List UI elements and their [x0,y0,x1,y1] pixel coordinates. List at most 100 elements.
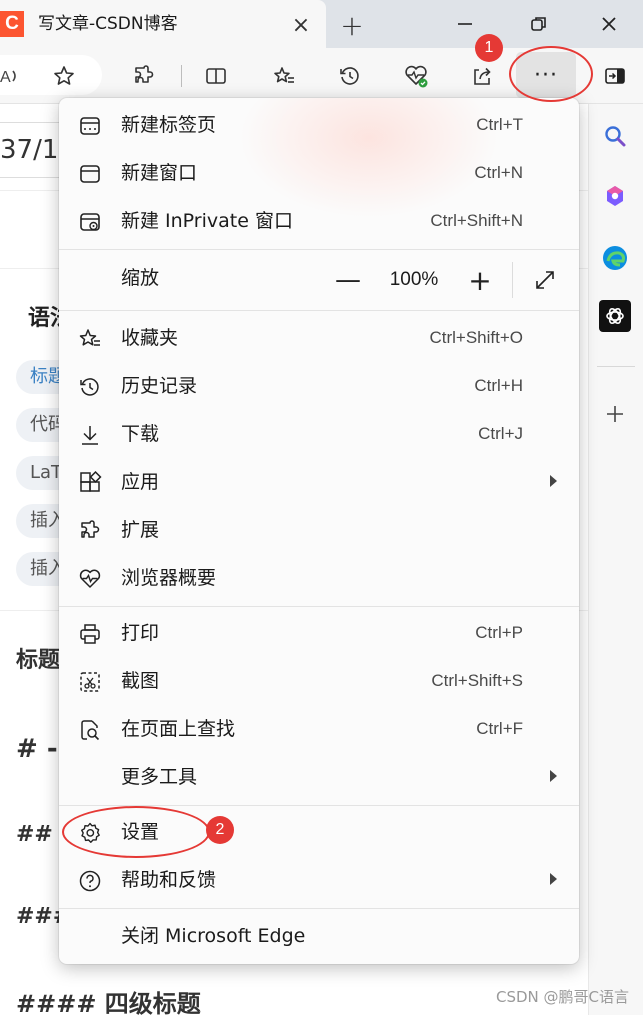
tab-close-button[interactable]: × [288,12,314,38]
menu-item-shortcut: Ctrl+P [475,623,523,642]
settings-and-more-menu: 新建标签页 Ctrl+T 新建窗口 Ctrl+N 新建 InPrivate 窗口… [59,98,579,964]
menu-item-label: 新建标签页 [121,114,217,136]
minimize-icon [458,23,472,25]
menu-item-settings[interactable]: 设置 [59,808,579,856]
submenu-arrow-icon [550,873,557,885]
edge-sidebar [588,68,643,1015]
apps-icon [77,470,103,496]
menu-item-apps[interactable]: 应用 [59,458,579,506]
menu-divider [59,310,579,311]
menu-item-new-tab[interactable]: 新建标签页 Ctrl+T [59,101,579,149]
menu-item-label: 打印 [121,622,160,644]
tab-bar: C 写文章-CSDN博客 × + [0,0,643,48]
zoom-out-button[interactable]: — [331,250,365,310]
menu-item-browser-essentials[interactable]: 浏览器概要 [59,554,579,602]
share-icon[interactable] [466,60,498,92]
read-aloud-icon[interactable]: A [0,60,26,92]
submenu-arrow-icon [550,770,557,782]
menu-item-shortcut: Ctrl+J [478,424,523,443]
menu-divider [59,606,579,607]
menu-item-label: 更多工具 [121,766,198,788]
svg-text:A: A [0,69,11,86]
menu-item-new-inprivate-window[interactable]: 新建 InPrivate 窗口 Ctrl+Shift+N [59,197,579,245]
menu-item-shortcut: Ctrl+N [474,163,523,182]
edge-logo-icon[interactable] [597,240,633,276]
browser-essentials-icon [77,566,103,592]
menu-item-find-on-page[interactable]: 在页面上查找 Ctrl+F [59,705,579,753]
menu-item-more-tools[interactable]: 更多工具 [59,753,579,801]
menu-item-label: 帮助和反馈 [121,869,217,891]
copilot-icon[interactable] [597,178,633,214]
menu-item-label: 历史记录 [121,375,198,397]
help-icon [77,868,103,894]
submenu-arrow-icon [550,475,557,487]
menu-item-shortcut: Ctrl+F [476,719,523,738]
extensions-icon[interactable] [128,60,160,92]
menu-item-screenshot[interactable]: 截图 Ctrl+Shift+S [59,657,579,705]
menu-item-downloads[interactable]: 下载 Ctrl+J [59,410,579,458]
new-tab-button[interactable]: + [336,9,368,42]
menu-zoom-row: 缩放 — 100% + [59,250,579,310]
zoom-label: 缩放 [121,267,160,289]
menu-item-label: 关闭 Microsoft Edge [121,925,306,947]
menu-item-help-and-feedback[interactable]: 帮助和反馈 [59,856,579,904]
print-icon [77,621,103,647]
menu-divider [59,908,579,909]
new-window-icon [77,161,103,187]
menu-item-favorites[interactable]: 收藏夹 Ctrl+Shift+O [59,314,579,362]
menu-item-new-window[interactable]: 新建窗口 Ctrl+N [59,149,579,197]
close-icon [602,17,616,31]
menu-item-print[interactable]: 打印 Ctrl+P [59,609,579,657]
tab-title: 写文章-CSDN博客 [38,14,178,34]
gear-icon [77,820,103,846]
fullscreen-icon[interactable] [529,264,561,296]
menu-item-close-edge[interactable]: 关闭 Microsoft Edge [59,912,579,960]
menu-item-label: 截图 [121,670,160,692]
zoom-in-button[interactable]: + [463,250,497,310]
menu-item-extensions[interactable]: 扩展 [59,506,579,554]
heading-example: ## [16,822,53,847]
download-icon [77,422,103,448]
favorites-icon[interactable] [268,60,300,92]
extensions-icon [77,518,103,544]
menu-divider [59,805,579,806]
new-tab-icon [77,113,103,139]
window-close-button[interactable] [590,6,628,42]
minimize-button[interactable] [446,6,484,42]
menu-item-history[interactable]: 历史记录 Ctrl+H [59,362,579,410]
favorites-icon [77,326,103,352]
csdn-watermark: CSDN @鹏哥C语言 [495,988,629,1006]
find-on-page-icon [77,717,103,743]
menu-item-label: 新建 InPrivate 窗口 [121,210,293,232]
history-icon [77,374,103,400]
restore-button[interactable] [520,6,558,42]
menu-item-shortcut: Ctrl+H [474,376,523,395]
menu-item-shortcut: Ctrl+Shift+N [430,211,523,230]
menu-item-shortcut: Ctrl+T [476,115,523,134]
settings-and-more-button[interactable]: ··· [516,52,576,98]
csdn-logo-icon: C [0,11,24,37]
menu-item-label: 设置 [121,821,160,843]
history-icon[interactable] [334,60,366,92]
screenshot-icon [77,669,103,695]
heading-example: # - [16,734,58,764]
browser-essentials-icon[interactable] [400,60,432,92]
menu-item-label: 下载 [121,423,160,445]
add-sidebar-app-icon[interactable] [597,396,633,432]
chatgpt-icon[interactable] [599,300,631,332]
split-screen-icon[interactable] [200,60,232,92]
step-badge-2: 2 [206,816,234,844]
search-icon[interactable] [597,118,633,154]
menu-item-label: 新建窗口 [121,162,198,184]
restore-icon [531,17,546,31]
browser-tab[interactable]: C 写文章-CSDN博客 × [0,0,326,48]
sidebar-toggle-icon[interactable] [597,60,633,92]
menu-item-label: 收藏夹 [121,327,179,349]
menu-item-label: 在页面上查找 [121,718,236,740]
menu-item-shortcut: Ctrl+Shift+O [429,328,523,347]
heading-example: 标题 [16,648,61,673]
heading-example: #### 四级标题 [16,990,201,1015]
menu-item-shortcut: Ctrl+Shift+S [431,671,523,690]
favorite-star-icon[interactable] [48,60,80,92]
zoom-level: 100% [389,269,439,290]
